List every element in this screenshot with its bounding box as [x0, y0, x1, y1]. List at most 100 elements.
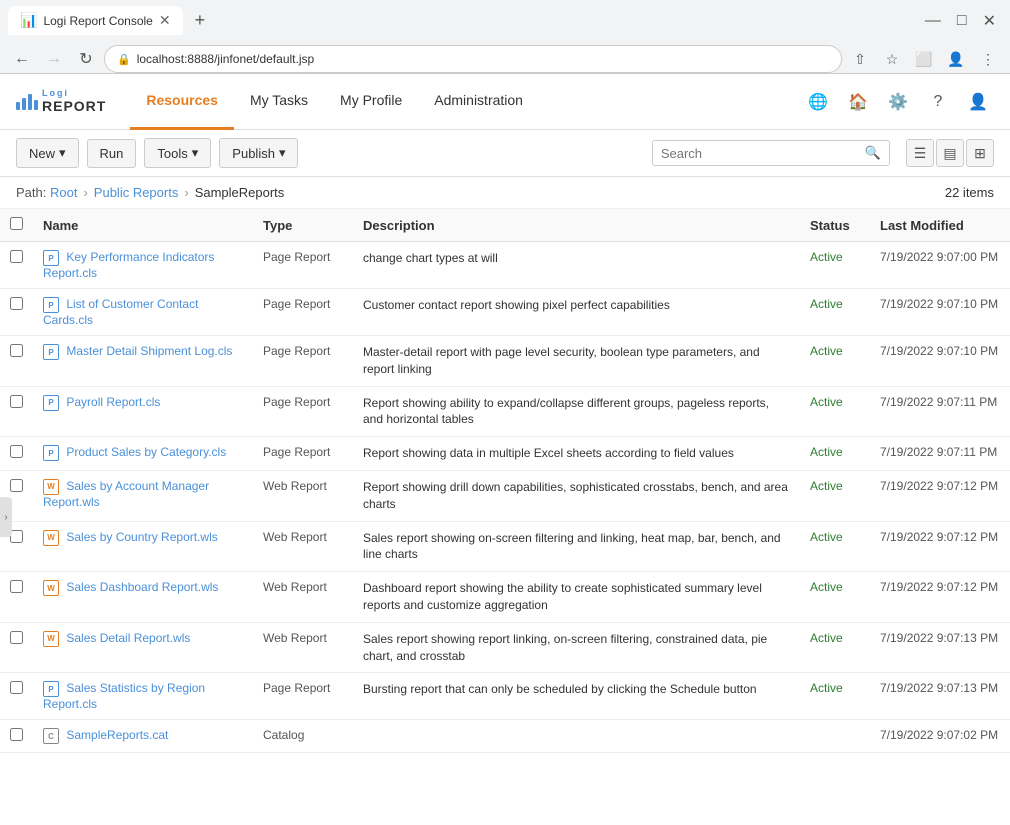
grid-view-button[interactable]: ⊞	[966, 139, 994, 167]
row-status-cell: Active	[800, 437, 870, 471]
row-checkbox[interactable]	[10, 580, 23, 593]
breadcrumb-root[interactable]: Root	[50, 185, 77, 200]
report-description: Bursting report that can only be schedul…	[363, 682, 757, 696]
report-name-link[interactable]: Product Sales by Category.cls	[66, 445, 226, 459]
col-header-name[interactable]: Name	[33, 209, 253, 242]
report-name-link[interactable]: Payroll Report.cls	[66, 395, 160, 409]
row-type-cell: Web Report	[253, 622, 353, 673]
profile-button[interactable]: 👤	[942, 45, 970, 73]
report-description: change chart types at will	[363, 251, 498, 265]
report-type: Web Report	[263, 631, 327, 645]
row-checkbox[interactable]	[10, 728, 23, 741]
nav-resources[interactable]: Resources	[130, 74, 234, 130]
report-description: Dashboard report showing the ability to …	[363, 581, 762, 612]
report-name-link[interactable]: Master Detail Shipment Log.cls	[66, 344, 232, 358]
row-checkbox[interactable]	[10, 250, 23, 263]
report-type: Web Report	[263, 530, 327, 544]
last-modified: 7/19/2022 9:07:00 PM	[880, 250, 998, 264]
row-checkbox[interactable]	[10, 631, 23, 644]
row-checkbox-cell	[0, 242, 33, 289]
row-checkbox[interactable]	[10, 681, 23, 694]
window-minimize-button[interactable]: —	[919, 10, 947, 32]
list-view-button[interactable]: ☰	[906, 139, 934, 167]
row-name-cell: W Sales by Account Manager Report.wls	[33, 470, 253, 521]
row-status-cell: Active	[800, 386, 870, 437]
row-modified-cell: 7/19/2022 9:07:11 PM	[870, 386, 1010, 437]
left-panel-toggle[interactable]: ›	[0, 497, 12, 537]
menu-button[interactable]: ⋮	[974, 45, 1002, 73]
detail-view-button[interactable]: ▤	[936, 139, 964, 167]
row-modified-cell: 7/19/2022 9:07:13 PM	[870, 673, 1010, 720]
new-tab-button[interactable]: +	[191, 10, 210, 31]
report-name-link[interactable]: Key Performance Indicators Report.cls	[43, 250, 214, 280]
row-desc-cell: Dashboard report showing the ability to …	[353, 572, 800, 623]
row-name-cell: W Sales Detail Report.wls	[33, 622, 253, 673]
row-checkbox[interactable]	[10, 479, 23, 492]
col-header-modified[interactable]: Last Modified	[870, 209, 1010, 242]
browser-tab[interactable]: 📊 Logi Report Console ✕	[8, 6, 183, 35]
report-name-link[interactable]: List of Customer Contact Cards.cls	[43, 297, 198, 327]
col-header-desc[interactable]: Description	[353, 209, 800, 242]
user-button[interactable]: 👤	[962, 86, 994, 118]
address-text: localhost:8888/jinfonet/default.jsp	[137, 52, 829, 66]
row-status-cell: Active	[800, 572, 870, 623]
report-type: Web Report	[263, 479, 327, 493]
report-name-link[interactable]: Sales by Account Manager Report.wls	[43, 479, 209, 509]
report-name-link[interactable]: Sales Detail Report.wls	[66, 631, 190, 645]
tools-dropdown-icon: ▾	[192, 145, 199, 161]
new-button[interactable]: New ▾	[16, 138, 79, 168]
last-modified: 7/19/2022 9:07:02 PM	[880, 728, 998, 742]
bookmark-button[interactable]: ☆	[878, 45, 906, 73]
tools-button[interactable]: Tools ▾	[144, 138, 211, 168]
publish-label: Publish	[232, 146, 275, 161]
share-button[interactable]: ⇧	[846, 45, 874, 73]
nav-my-profile[interactable]: My Profile	[324, 74, 418, 130]
search-input[interactable]	[661, 146, 861, 161]
row-status-cell: Active	[800, 289, 870, 336]
row-type-cell: Web Report	[253, 470, 353, 521]
split-button[interactable]: ⬜	[910, 45, 938, 73]
select-all-checkbox[interactable]	[10, 217, 23, 230]
file-type-icon: P	[43, 681, 59, 697]
col-header-type[interactable]: Type	[253, 209, 353, 242]
last-modified: 7/19/2022 9:07:10 PM	[880, 297, 998, 311]
status-badge: Active	[810, 297, 843, 311]
row-checkbox-cell	[0, 622, 33, 673]
row-checkbox[interactable]	[10, 395, 23, 408]
report-name-link[interactable]: Sales Statistics by Region Report.cls	[43, 682, 205, 712]
row-type-cell: Page Report	[253, 437, 353, 471]
settings-button[interactable]: ⚙️	[882, 86, 914, 118]
global-search-button[interactable]: 🌐	[802, 86, 834, 118]
breadcrumb-public-reports[interactable]: Public Reports	[94, 185, 179, 200]
home-button[interactable]: 🏠	[842, 86, 874, 118]
publish-button[interactable]: Publish ▾	[219, 138, 298, 168]
table-row: W Sales by Account Manager Report.wls We…	[0, 470, 1010, 521]
report-name-link[interactable]: Sales by Country Report.wls	[66, 530, 217, 544]
nav-administration[interactable]: Administration	[418, 74, 539, 130]
row-name-cell: P Key Performance Indicators Report.cls	[33, 242, 253, 289]
report-type: Page Report	[263, 250, 330, 264]
row-checkbox[interactable]	[10, 445, 23, 458]
row-name-cell: P List of Customer Contact Cards.cls	[33, 289, 253, 336]
tab-close-button[interactable]: ✕	[159, 12, 171, 29]
row-desc-cell: Report showing data in multiple Excel sh…	[353, 437, 800, 471]
report-name-link[interactable]: SampleReports.cat	[66, 729, 168, 743]
window-close-button[interactable]: ✕	[977, 9, 1002, 33]
row-checkbox[interactable]	[10, 297, 23, 310]
row-status-cell	[800, 720, 870, 753]
report-name-link[interactable]: Sales Dashboard Report.wls	[66, 580, 218, 594]
reload-button[interactable]: ↻	[72, 45, 100, 73]
col-header-status[interactable]: Status	[800, 209, 870, 242]
nav-my-tasks[interactable]: My Tasks	[234, 74, 324, 130]
run-button[interactable]: Run	[87, 139, 137, 168]
header-icons: 🌐 🏠 ⚙️ ? 👤	[802, 86, 994, 118]
report-description: Master-detail report with page level sec…	[363, 345, 760, 376]
report-type: Page Report	[263, 297, 330, 311]
help-button[interactable]: ?	[922, 86, 954, 118]
window-maximize-button[interactable]: □	[951, 10, 973, 32]
address-bar[interactable]: 🔒 localhost:8888/jinfonet/default.jsp	[104, 45, 842, 73]
row-checkbox[interactable]	[10, 344, 23, 357]
back-button[interactable]: ←	[8, 45, 36, 73]
forward-button[interactable]: →	[40, 45, 68, 73]
item-count: 22 items	[945, 185, 994, 200]
